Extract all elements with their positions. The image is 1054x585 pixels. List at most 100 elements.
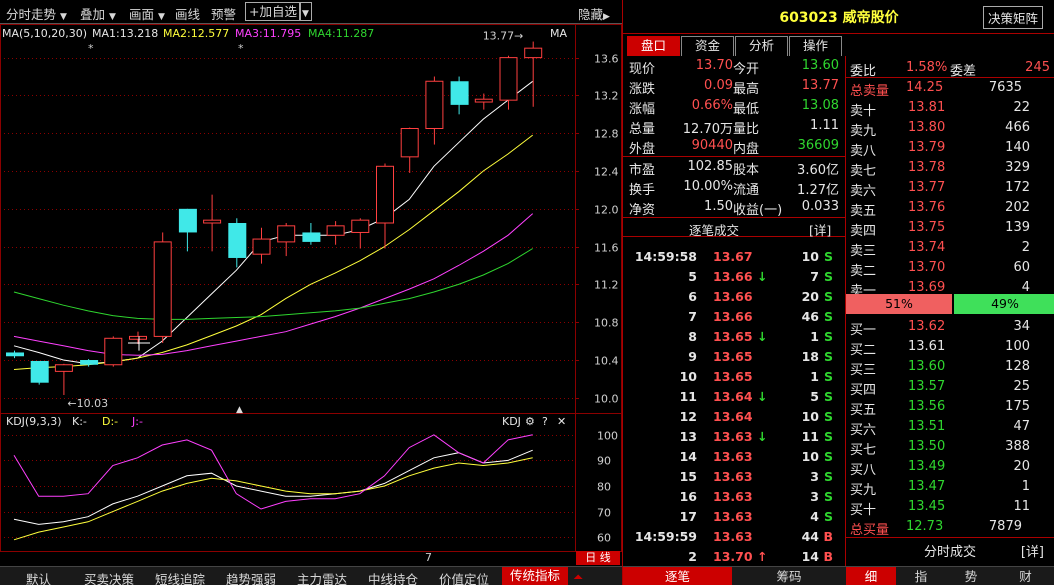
minute-trades-detail-link[interactable]: [详] [1021,541,1044,560]
order-ratio-row: 委比 1.58% 委差 245 [846,58,1054,79]
buy-level-price: 13.45 [908,499,946,514]
buy-level-label: 买五 [850,403,877,418]
tick-volume: 5 [810,389,819,404]
tab-default[interactable]: 默认 [26,569,51,585]
kdj-legend: KDJ(9,3,3) K:- D:- J:- KDJ ⚙ ? ✕ [0,415,575,429]
sell-level-price: 13.78 [908,160,946,175]
tick-time: 13 [679,429,697,444]
sell-level-price: 13.76 [908,200,946,215]
tab-trade-decision[interactable]: 买卖决策 [84,569,134,585]
tab-operations[interactable]: 操作 [789,36,842,56]
tab-trend[interactable]: 势 [946,567,996,585]
quote-label: 流通 [733,183,760,198]
quote-row: 换手 10.00% 流通 1.27亿 [623,177,845,198]
period-label[interactable]: 日 线 [576,551,620,565]
ma-indicator-label[interactable]: MA [550,27,567,40]
price-tick-label: 11.6 [594,242,619,255]
tab-mid-holding[interactable]: 中线持仓 [368,569,418,585]
tab-tick-trades[interactable]: 逐笔 [623,567,732,585]
sell-level-price: 13.81 [908,100,946,115]
tick-side: S [823,269,833,284]
sell-total-row: 总卖量 14.25 7635 [846,78,1054,99]
gear-icon[interactable]: ⚙ [525,415,535,428]
tab-detail[interactable]: 细 [846,567,896,585]
tick-time: 7 [688,309,697,324]
sell-level-row: 卖三 13.74 2 [846,238,1054,259]
overlay-menu[interactable]: 叠加 ▼ [80,4,116,23]
quote-label: 涨幅 [629,102,656,117]
draw-line-button[interactable]: 画线 [175,4,200,23]
tick-price: 13.63 [713,469,753,484]
tab-finance[interactable]: 财 [996,567,1054,585]
tick-volume: 1 [810,369,819,384]
sell-level-row: 卖九 13.80 466 [846,118,1054,139]
tab-short-tracking[interactable]: 短线追踪 [155,569,205,585]
tick-volume: 10 [801,409,819,424]
ma-line-ma1 [13,80,534,365]
help-icon[interactable]: ? [542,415,548,428]
tick-trades-detail-link[interactable]: [详] [809,220,831,239]
candle [351,218,370,249]
quote-label: 今开 [733,62,760,77]
sell-level-volume: 2 [1021,240,1030,255]
tick-volume: 3 [810,489,819,504]
sell-level-label: 卖七 [850,164,877,179]
buy-level-price: 13.50 [908,439,946,454]
kdj-indicator-label[interactable]: KDJ [502,415,521,428]
tick-side: S [823,429,833,444]
tick-side: S [823,389,833,404]
sell-level-volume: 140 [1005,140,1030,155]
tab-value-position[interactable]: 价值定位 [439,569,489,585]
kdj-tick-label: 60 [597,532,611,545]
tab-traditional-indicator[interactable]: 传统指标 [502,567,569,585]
tab-funds[interactable]: 资金 [681,36,734,56]
tick-time: 11 [679,389,697,404]
tick-volume: 4 [810,509,819,524]
expand-up-icon[interactable]: ⏶ [573,569,583,585]
tick-side: S [823,369,833,384]
chart-panel[interactable]: 分时走势 ▼ 叠加 ▼ 画面 ▼ 画线 预警 +加自选 ▼ 隐藏▶ 13.6 13… [0,0,622,585]
quote-row: 外盘 90440 内盘 36609 [623,136,845,157]
candle [30,360,49,385]
candle [104,336,123,367]
sell-level-row: 卖五 13.76 202 [846,198,1054,219]
tab-analysis[interactable]: 分析 [735,36,788,56]
tab-chips[interactable]: 筹码 [733,567,845,585]
buy-level-row: 买十 13.45 11 [846,497,1054,518]
kdj-d-value: D:- [102,415,119,428]
arrow-down-icon: ↓ [757,389,768,404]
tick-side: S [823,489,833,504]
candle-body [425,80,444,129]
decision-matrix-button[interactable]: 决策矩阵 [982,6,1043,29]
quote-label: 最高 [733,82,760,97]
close-icon[interactable]: ✕ [557,415,566,428]
buy-sell-ratio-bar: 51% 49% [846,294,1054,314]
buy-level-price: 13.56 [908,399,946,414]
candle [228,218,247,268]
tick-row: 2 13.70 ↑ 14 B [623,546,845,566]
intraday-menu[interactable]: 分时走势 ▼ [6,4,67,23]
tab-index[interactable]: 指 [896,567,946,585]
dropdown-triangle-icon: ▼ [60,12,67,22]
sell-level-volume: 202 [1005,200,1030,215]
hide-panel-button[interactable]: 隐藏▶ [578,4,610,23]
tick-side: S [823,289,833,304]
stock-code: 603023 [779,10,838,26]
price-tick-label: 11.2 [594,279,619,292]
buy-level-price: 13.47 [908,479,946,494]
alert-button[interactable]: 预警 [211,4,236,23]
add-watchlist-button[interactable]: +加自选 [245,2,301,21]
candle-body [54,364,73,372]
add-watchlist-dropdown[interactable]: ▼ [299,2,312,21]
candlestick-chart[interactable]: 13.6 13.2 12.8 12.4 12.0 11.6 11.2 10.8 10.4 10.0… [0,24,622,566]
sell-level-label: 卖十 [850,104,877,119]
tab-main-radar[interactable]: 主力雷达 [297,569,347,585]
tick-row: 9 13.65 18 S [623,346,845,366]
sell-level-label: 卖五 [850,204,877,219]
sell-level-label: 卖四 [850,224,877,239]
sell-level-row: 卖二 13.70 60 [846,258,1054,279]
tab-trend-strength[interactable]: 趋势强弱 [226,569,276,585]
tab-order-book[interactable]: 盘口 [627,36,680,56]
sell-level-row: 卖十 13.81 22 [846,98,1054,119]
view-menu[interactable]: 画面 ▼ [129,4,165,23]
